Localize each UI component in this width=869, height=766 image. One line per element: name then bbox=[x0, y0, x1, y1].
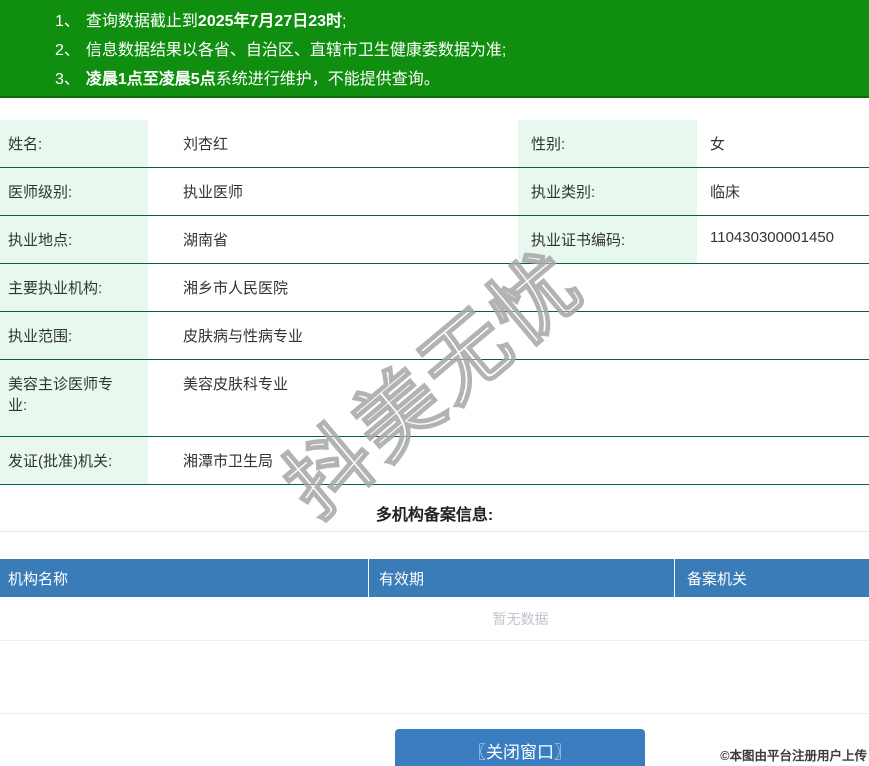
field-label-doctor-level: 医师级别: bbox=[0, 168, 148, 215]
field-label-practice-scope: 执业范围: bbox=[0, 312, 148, 359]
field-label-gender: 性别: bbox=[518, 120, 697, 167]
field-value-certificate-number: 110430300001450 bbox=[710, 229, 835, 246]
info-row: 姓名: 刘杏红 性别: 女 bbox=[0, 120, 869, 168]
field-value-cosmetic-specialty: 美容皮肤科专业 bbox=[183, 376, 289, 393]
info-row: 执业范围: 皮肤病与性病专业 bbox=[0, 312, 869, 360]
notice-number: 3、 bbox=[55, 71, 80, 88]
notice-line: 1、 查询数据截止到2025年7月27日23时; bbox=[55, 7, 859, 36]
field-value-practice-scope: 皮肤病与性病专业 bbox=[183, 328, 304, 345]
multi-org-table-header: 机构名称 有效期 备案机关 bbox=[0, 559, 869, 597]
notice-line: 3、 凌晨1点至凌晨5点系统进行维护，不能提供查询。 bbox=[55, 65, 859, 94]
section-divider bbox=[0, 531, 869, 532]
notice-text-bold: 2025年7月27日23时 bbox=[197, 13, 343, 30]
empty-data-row: 暂无数据 bbox=[0, 597, 869, 641]
field-label-certificate-number: 执业证书编码: bbox=[518, 216, 697, 263]
info-row: 发证(批准)机关: 湘潭市卫生局 bbox=[0, 437, 869, 485]
field-label-practice-location: 执业地点: bbox=[0, 216, 148, 263]
field-value-name: 刘杏红 bbox=[183, 136, 229, 153]
field-value-doctor-level: 执业医师 bbox=[183, 184, 244, 201]
field-label-practice-category: 执业类别: bbox=[518, 168, 697, 215]
field-label-issuing-authority: 发证(批准)机关: bbox=[0, 437, 148, 484]
field-label-cosmetic-specialty: 美容主诊医师专 业: bbox=[0, 360, 148, 436]
notice-number: 2、 bbox=[55, 42, 80, 59]
field-label-main-institution: 主要执业机构: bbox=[0, 264, 148, 311]
notice-text: 系统进行维护，不能提供查询。 bbox=[215, 71, 440, 88]
notice-text: 查询数据截止到 bbox=[85, 13, 198, 30]
field-value-main-institution: 湘乡市人民医院 bbox=[183, 280, 289, 297]
info-row: 执业地点: 湖南省 执业证书编码: 110430300001450 bbox=[0, 216, 869, 264]
multi-org-title: 多机构备案信息: bbox=[375, 507, 494, 524]
field-value-practice-category: 临床 bbox=[710, 184, 741, 201]
notice-banner: 1、 查询数据截止到2025年7月27日23时; 2、 信息数据结果以各省、自治区、… bbox=[0, 0, 869, 98]
col-header-valid-period: 有效期 bbox=[368, 559, 674, 597]
field-value-gender: 女 bbox=[710, 136, 726, 153]
footer-divider bbox=[0, 713, 869, 714]
empty-data-text: 暂无数据 bbox=[492, 611, 549, 627]
notice-line: 2、 信息数据结果以各省、自治区、直辖市卫生健康委数据为准; bbox=[55, 36, 859, 65]
field-value-issuing-authority: 湘潭市卫生局 bbox=[183, 453, 274, 470]
notice-text-bold: 凌晨1点至凌晨5点 bbox=[85, 71, 216, 88]
copyright-watermark: ©本图由平台注册用户上传 bbox=[720, 749, 867, 763]
field-label-name: 姓名: bbox=[0, 120, 148, 167]
notice-text: ; bbox=[342, 13, 347, 30]
col-header-registration-authority: 备案机关 bbox=[674, 559, 869, 597]
notice-text: 信息数据结果以各省、自治区、直辖市卫生健康委数据为准; bbox=[85, 42, 507, 59]
info-row: 医师级别: 执业医师 执业类别: 临床 bbox=[0, 168, 869, 216]
info-row: 主要执业机构: 湘乡市人民医院 bbox=[0, 264, 869, 312]
field-value-practice-location: 湖南省 bbox=[183, 232, 229, 249]
profile-table: 姓名: 刘杏红 性别: 女 医师级别: 执业医师 执业类别: 临床 执业地点: … bbox=[0, 120, 869, 485]
info-row: 美容主诊医师专 业: 美容皮肤科专业 bbox=[0, 360, 869, 437]
notice-number: 1、 bbox=[55, 13, 80, 30]
close-window-button[interactable]: 〖关闭窗口〗 bbox=[395, 729, 645, 766]
col-header-org-name: 机构名称 bbox=[8, 570, 69, 588]
